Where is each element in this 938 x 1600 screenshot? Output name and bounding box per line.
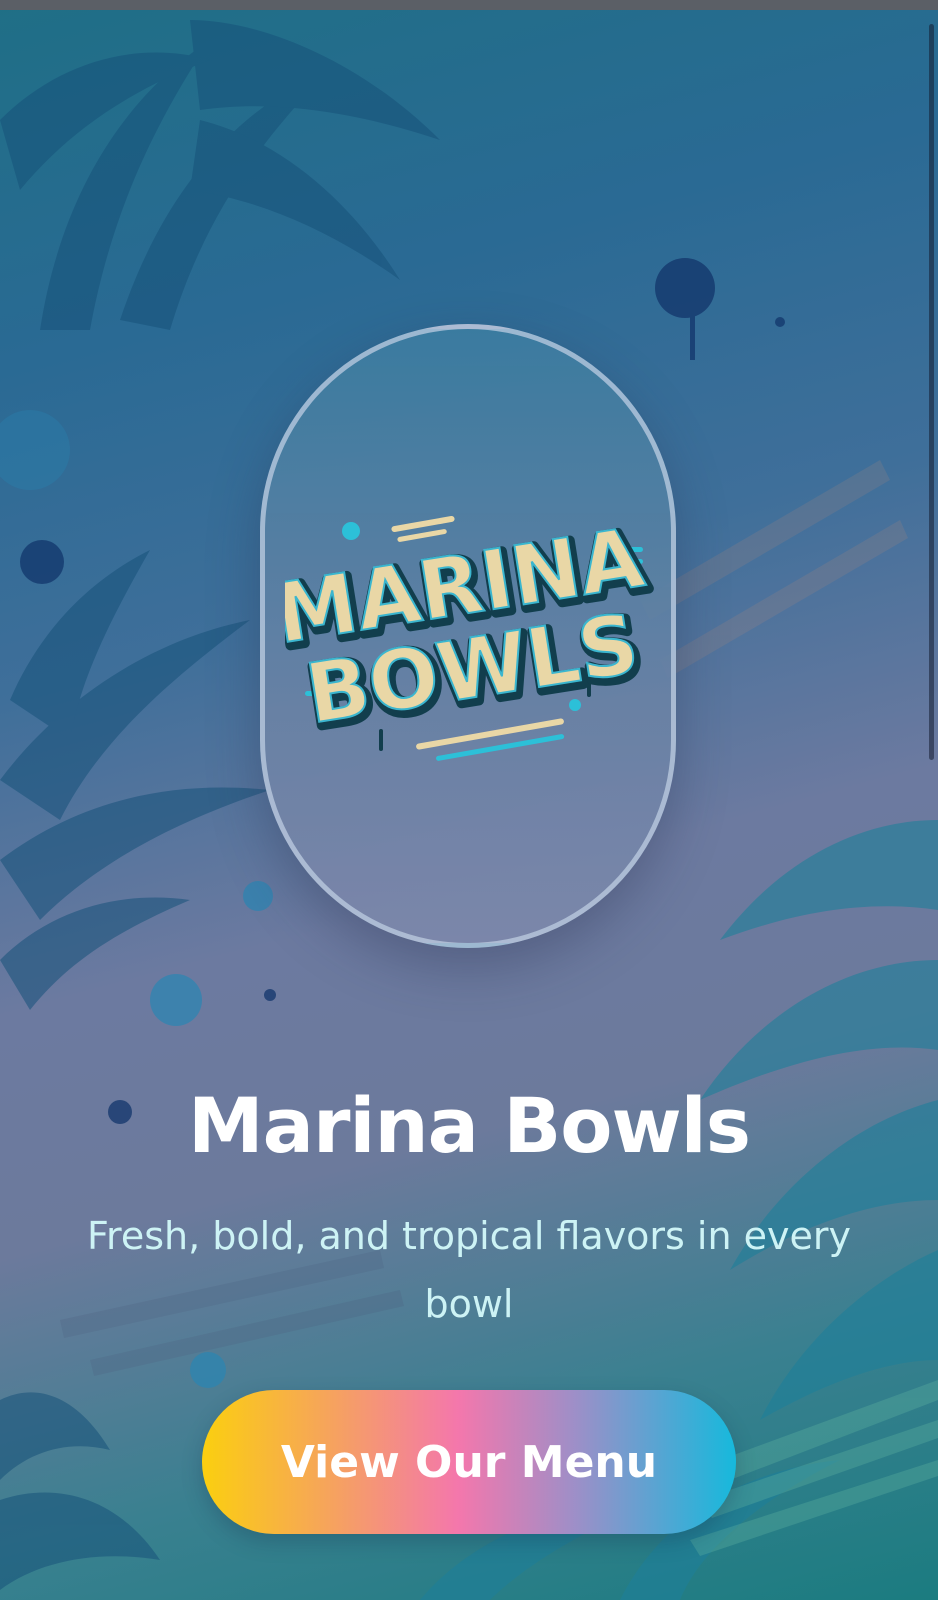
tagline: Fresh, bold, and tropical flavors in eve… <box>86 1214 852 1326</box>
view-menu-button[interactable]: View Our Menu <box>202 1390 736 1534</box>
logo-badge: MARINA MARINA BOWLS BOWLS <box>260 324 676 948</box>
page-title: Marina Bowls <box>188 1080 751 1170</box>
landing-screen: MARINA MARINA BOWLS BOWLS Marina Bowls F… <box>0 0 938 1600</box>
marina-bowls-logo: MARINA MARINA BOWLS BOWLS <box>285 509 655 761</box>
scrollbar[interactable] <box>929 24 934 760</box>
stripe-decoration <box>640 460 908 678</box>
